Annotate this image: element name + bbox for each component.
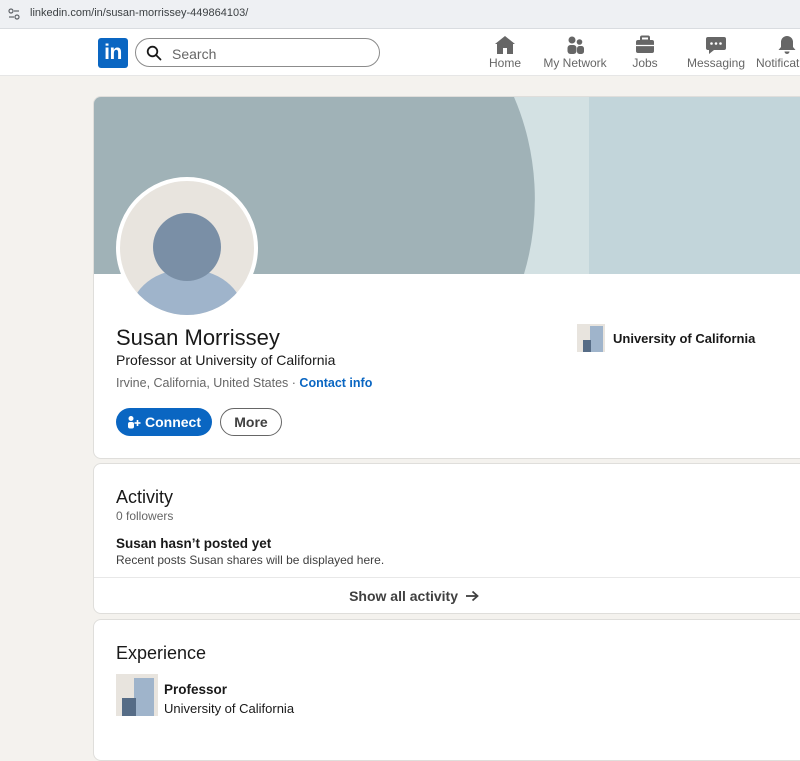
add-person-icon: [128, 416, 141, 429]
search-box[interactable]: [135, 38, 380, 67]
show-all-activity-button[interactable]: Show all activity: [94, 577, 800, 613]
no-posts-title: Susan hasn’t posted yet: [116, 536, 272, 551]
linkedin-logo[interactable]: in: [98, 38, 128, 68]
experience-card: Experience Professor University of Calif…: [93, 619, 800, 761]
profile-headline: Professor at University of California: [116, 352, 336, 368]
address-url[interactable]: linkedin.com/in/susan-morrissey-44986410…: [30, 7, 248, 19]
home-icon: [495, 36, 515, 54]
top-nav: in Home My Network Jobs: [0, 29, 800, 76]
profile-organization[interactable]: University of California: [577, 323, 755, 353]
avatar-icon: [131, 213, 243, 315]
nav-notifications-label: Notifications: [756, 56, 800, 70]
experience-organization: University of California: [164, 701, 295, 716]
nav-messaging[interactable]: Messaging: [687, 35, 745, 75]
no-posts-description: Recent posts Susan shares will be displa…: [116, 553, 385, 567]
experience-title: Experience: [116, 643, 207, 663]
nav-jobs[interactable]: Jobs: [625, 35, 665, 75]
profile-name: Susan Morrissey: [116, 325, 280, 350]
location-separator: ·: [288, 376, 300, 390]
show-all-activity-label: Show all activity: [349, 588, 459, 604]
nav-notifications[interactable]: Notifications: [756, 35, 800, 75]
contact-info-link[interactable]: Contact info: [299, 376, 372, 390]
nav-home-label: Home: [488, 56, 521, 70]
arrow-right-icon: [465, 590, 479, 602]
search-input[interactable]: [170, 43, 374, 65]
profile-location: Irvine, California, United States: [116, 376, 289, 390]
nav-home[interactable]: Home: [484, 35, 526, 75]
profile-photo[interactable]: [116, 177, 258, 319]
activity-card: Activity 0 followers Susan hasn’t posted…: [93, 463, 800, 614]
site-settings-icon[interactable]: [8, 8, 20, 20]
briefcase-icon: [636, 35, 654, 53]
experience-role: Professor: [164, 682, 228, 697]
activity-title: Activity: [116, 487, 174, 507]
profile-location-line: Irvine, California, United States · Cont…: [116, 376, 372, 390]
more-button[interactable]: More: [220, 408, 282, 436]
connect-button[interactable]: Connect: [116, 408, 212, 436]
nav-messaging-label: Messaging: [687, 56, 746, 70]
nav-my-network-label: My Network: [543, 56, 607, 70]
network-icon: [567, 36, 584, 54]
organization-logo: [577, 324, 605, 352]
message-icon: [706, 37, 726, 54]
experience-organization-logo[interactable]: [116, 674, 158, 716]
nav-my-network[interactable]: My Network: [542, 35, 608, 75]
nav-jobs-label: Jobs: [632, 56, 658, 70]
search-icon: [146, 45, 162, 61]
connect-button-label: Connect: [145, 414, 201, 430]
profile-card: Susan Morrissey Professor at University …: [93, 96, 800, 459]
organization-name: University of California: [613, 330, 756, 346]
address-bar[interactable]: linkedin.com/in/susan-morrissey-44986410…: [0, 0, 800, 29]
followers-count[interactable]: 0 followers: [116, 509, 173, 523]
bell-icon: [778, 36, 796, 54]
